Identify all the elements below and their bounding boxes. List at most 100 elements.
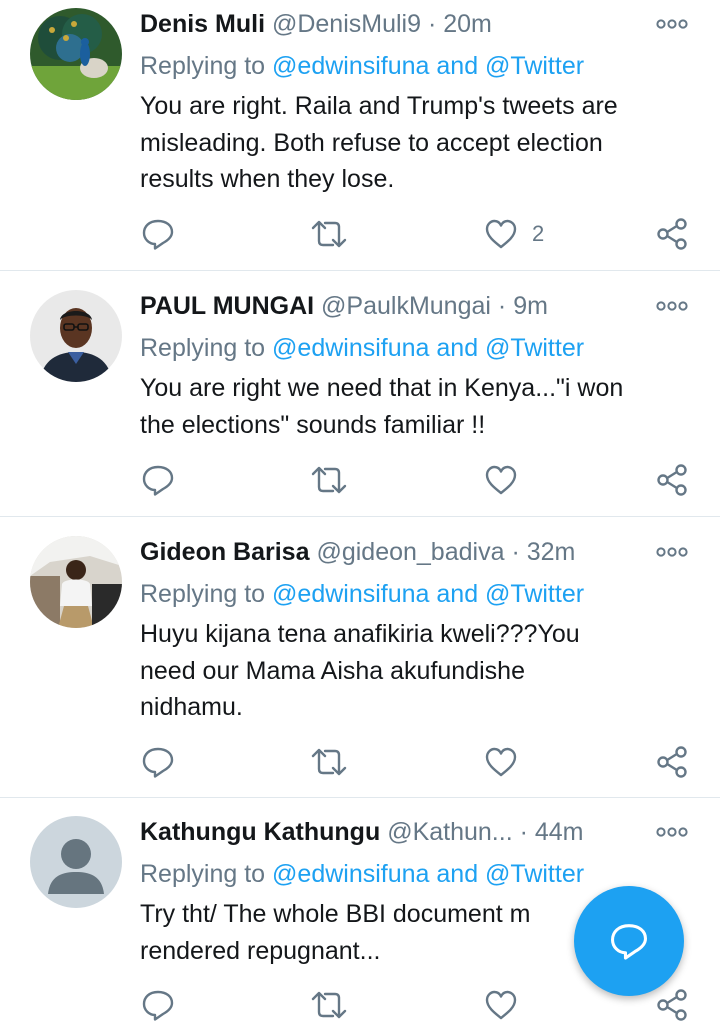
man-in-car-avatar-image [30,536,122,628]
replying-to-line: Replying to @edwinsifuna and @Twitter [140,576,584,612]
reply-button[interactable] [141,460,175,500]
avatar[interactable] [30,290,122,382]
default-profile-avatar-image [30,816,122,908]
like-button[interactable] [484,985,518,1025]
reply-button[interactable] [141,985,175,1025]
replying-to-label: Replying to [140,52,266,80]
timestamp[interactable]: 20m [443,10,492,38]
tweet[interactable]: Denis Muli @DenisMuli9 · 20m Replying to… [0,0,720,270]
retweet-button[interactable] [310,214,348,254]
like-button[interactable] [484,742,518,782]
reply-button[interactable] [141,742,175,782]
share-icon [657,989,687,1021]
display-name[interactable]: Kathungu Kathungu [140,818,380,846]
like-button[interactable] [484,460,518,500]
share-icon [657,218,687,250]
share-button[interactable] [655,742,689,782]
tweet-text-line: results when they lose. [140,165,395,193]
tweet-text-line: the elections" sounds familiar !! [140,410,486,439]
compose-reply-button[interactable] [574,886,684,996]
tweet-header: PAUL MUNGAI @PaulkMungai · 9m [140,289,548,323]
retweet-button[interactable] [310,742,348,782]
user-handle[interactable]: @PaulkMungai [321,292,491,320]
tweet-actions: 2 [0,214,720,254]
tweet[interactable]: PAUL MUNGAI @PaulkMungai · 9m Replying t… [0,271,720,516]
more-options-button[interactable] [656,815,688,849]
tweet-actions [0,742,720,782]
timestamp[interactable]: 9m [513,292,548,320]
replying-to-users[interactable]: @edwinsifuna and @Twitter [272,580,584,608]
tweet-text: You are right. Raila and Trump's tweets … [140,88,700,198]
retweet-icon [311,466,347,494]
reply-icon [142,990,174,1021]
more-options-button[interactable] [656,535,688,569]
tweet-text: You are right we need that in Kenya..."i… [140,370,700,443]
replying-to-users[interactable]: @edwinsifuna and @Twitter [272,52,584,80]
separator-dot: · [519,818,528,846]
tweet-text-line: need our Mama Aisha akufundishe [140,656,525,685]
user-handle[interactable]: @gideon_badiva [316,538,504,566]
user-handle[interactable]: @DenisMuli9 [272,10,421,38]
man-portrait-avatar-image [30,290,122,382]
share-button[interactable] [655,460,689,500]
replying-to-line: Replying to @edwinsifuna and @Twitter [140,48,584,84]
display-name[interactable]: PAUL MUNGAI [140,292,314,320]
timestamp[interactable]: 32m [527,538,576,566]
more-dots-icon [656,19,688,29]
retweet-icon [311,991,347,1019]
replying-to-line: Replying to @edwinsifuna and @Twitter [140,330,584,366]
compose-reply-icon [611,924,647,960]
heart-icon [485,990,517,1020]
retweet-button[interactable] [310,460,348,500]
heart-icon [485,747,517,777]
more-dots-icon [656,301,688,311]
avatar[interactable] [30,536,122,628]
tweet-header: Kathungu Kathungu @Kathun... · 44m [140,815,584,849]
like-count: 2 [532,221,545,246]
tweet-text-line: You are right. Raila and Trump's tweets … [140,92,618,120]
reply-button[interactable] [141,214,175,254]
timestamp[interactable]: 44m [535,818,584,846]
display-name[interactable]: Gideon Barisa [140,538,310,566]
separator-dot: · [497,292,507,320]
replying-to-label: Replying to [140,860,266,888]
heart-icon [485,465,517,495]
reply-icon [142,465,174,496]
share-button[interactable] [655,214,689,254]
retweet-icon [311,748,347,776]
tweet-actions [0,460,720,500]
replying-to-line: Replying to @edwinsifuna and @Twitter [140,856,584,892]
tweet-text-line: nidhamu. [140,693,243,721]
tweet-text-line: You are right we need that in Kenya..."i… [140,374,624,402]
retweet-icon [311,220,347,248]
replying-to-users[interactable]: @edwinsifuna and @Twitter [272,860,584,888]
tweet-header: Gideon Barisa @gideon_badiva · 32m [140,535,575,569]
replying-to-label: Replying to [140,580,266,608]
reply-icon [142,747,174,778]
tweet-text: Huyu kijana tena anafikiria kweli???You … [140,616,700,726]
like-button[interactable]: 2 [484,214,544,254]
separator-dot: · [511,538,520,566]
retweet-button[interactable] [310,985,348,1025]
share-icon [657,464,687,496]
tweet-text-line: Huyu kijana tena anafikiria kweli???You [140,620,580,648]
share-icon [657,746,687,778]
user-handle[interactable]: @Kathun... [387,818,512,846]
heart-icon [485,219,517,249]
separator-dot: · [427,10,437,38]
avatar[interactable] [30,8,122,100]
replying-to-label: Replying to [140,334,266,362]
more-options-button[interactable] [656,289,688,323]
share-button[interactable] [655,985,689,1025]
tweet-header: Denis Muli @DenisMuli9 · 20m [140,7,492,41]
peacock-avatar-image [30,8,122,100]
more-dots-icon [656,547,688,557]
tweet-text-line: misleading. Both refuse to accept electi… [140,128,603,157]
reply-icon [142,219,174,250]
tweet[interactable]: Gideon Barisa @gideon_badiva · 32m Reply… [0,517,720,797]
avatar[interactable] [30,816,122,908]
replying-to-users[interactable]: @edwinsifuna and @Twitter [272,334,584,362]
more-dots-icon [656,827,688,837]
display-name[interactable]: Denis Muli [140,10,265,38]
more-options-button[interactable] [656,7,688,41]
